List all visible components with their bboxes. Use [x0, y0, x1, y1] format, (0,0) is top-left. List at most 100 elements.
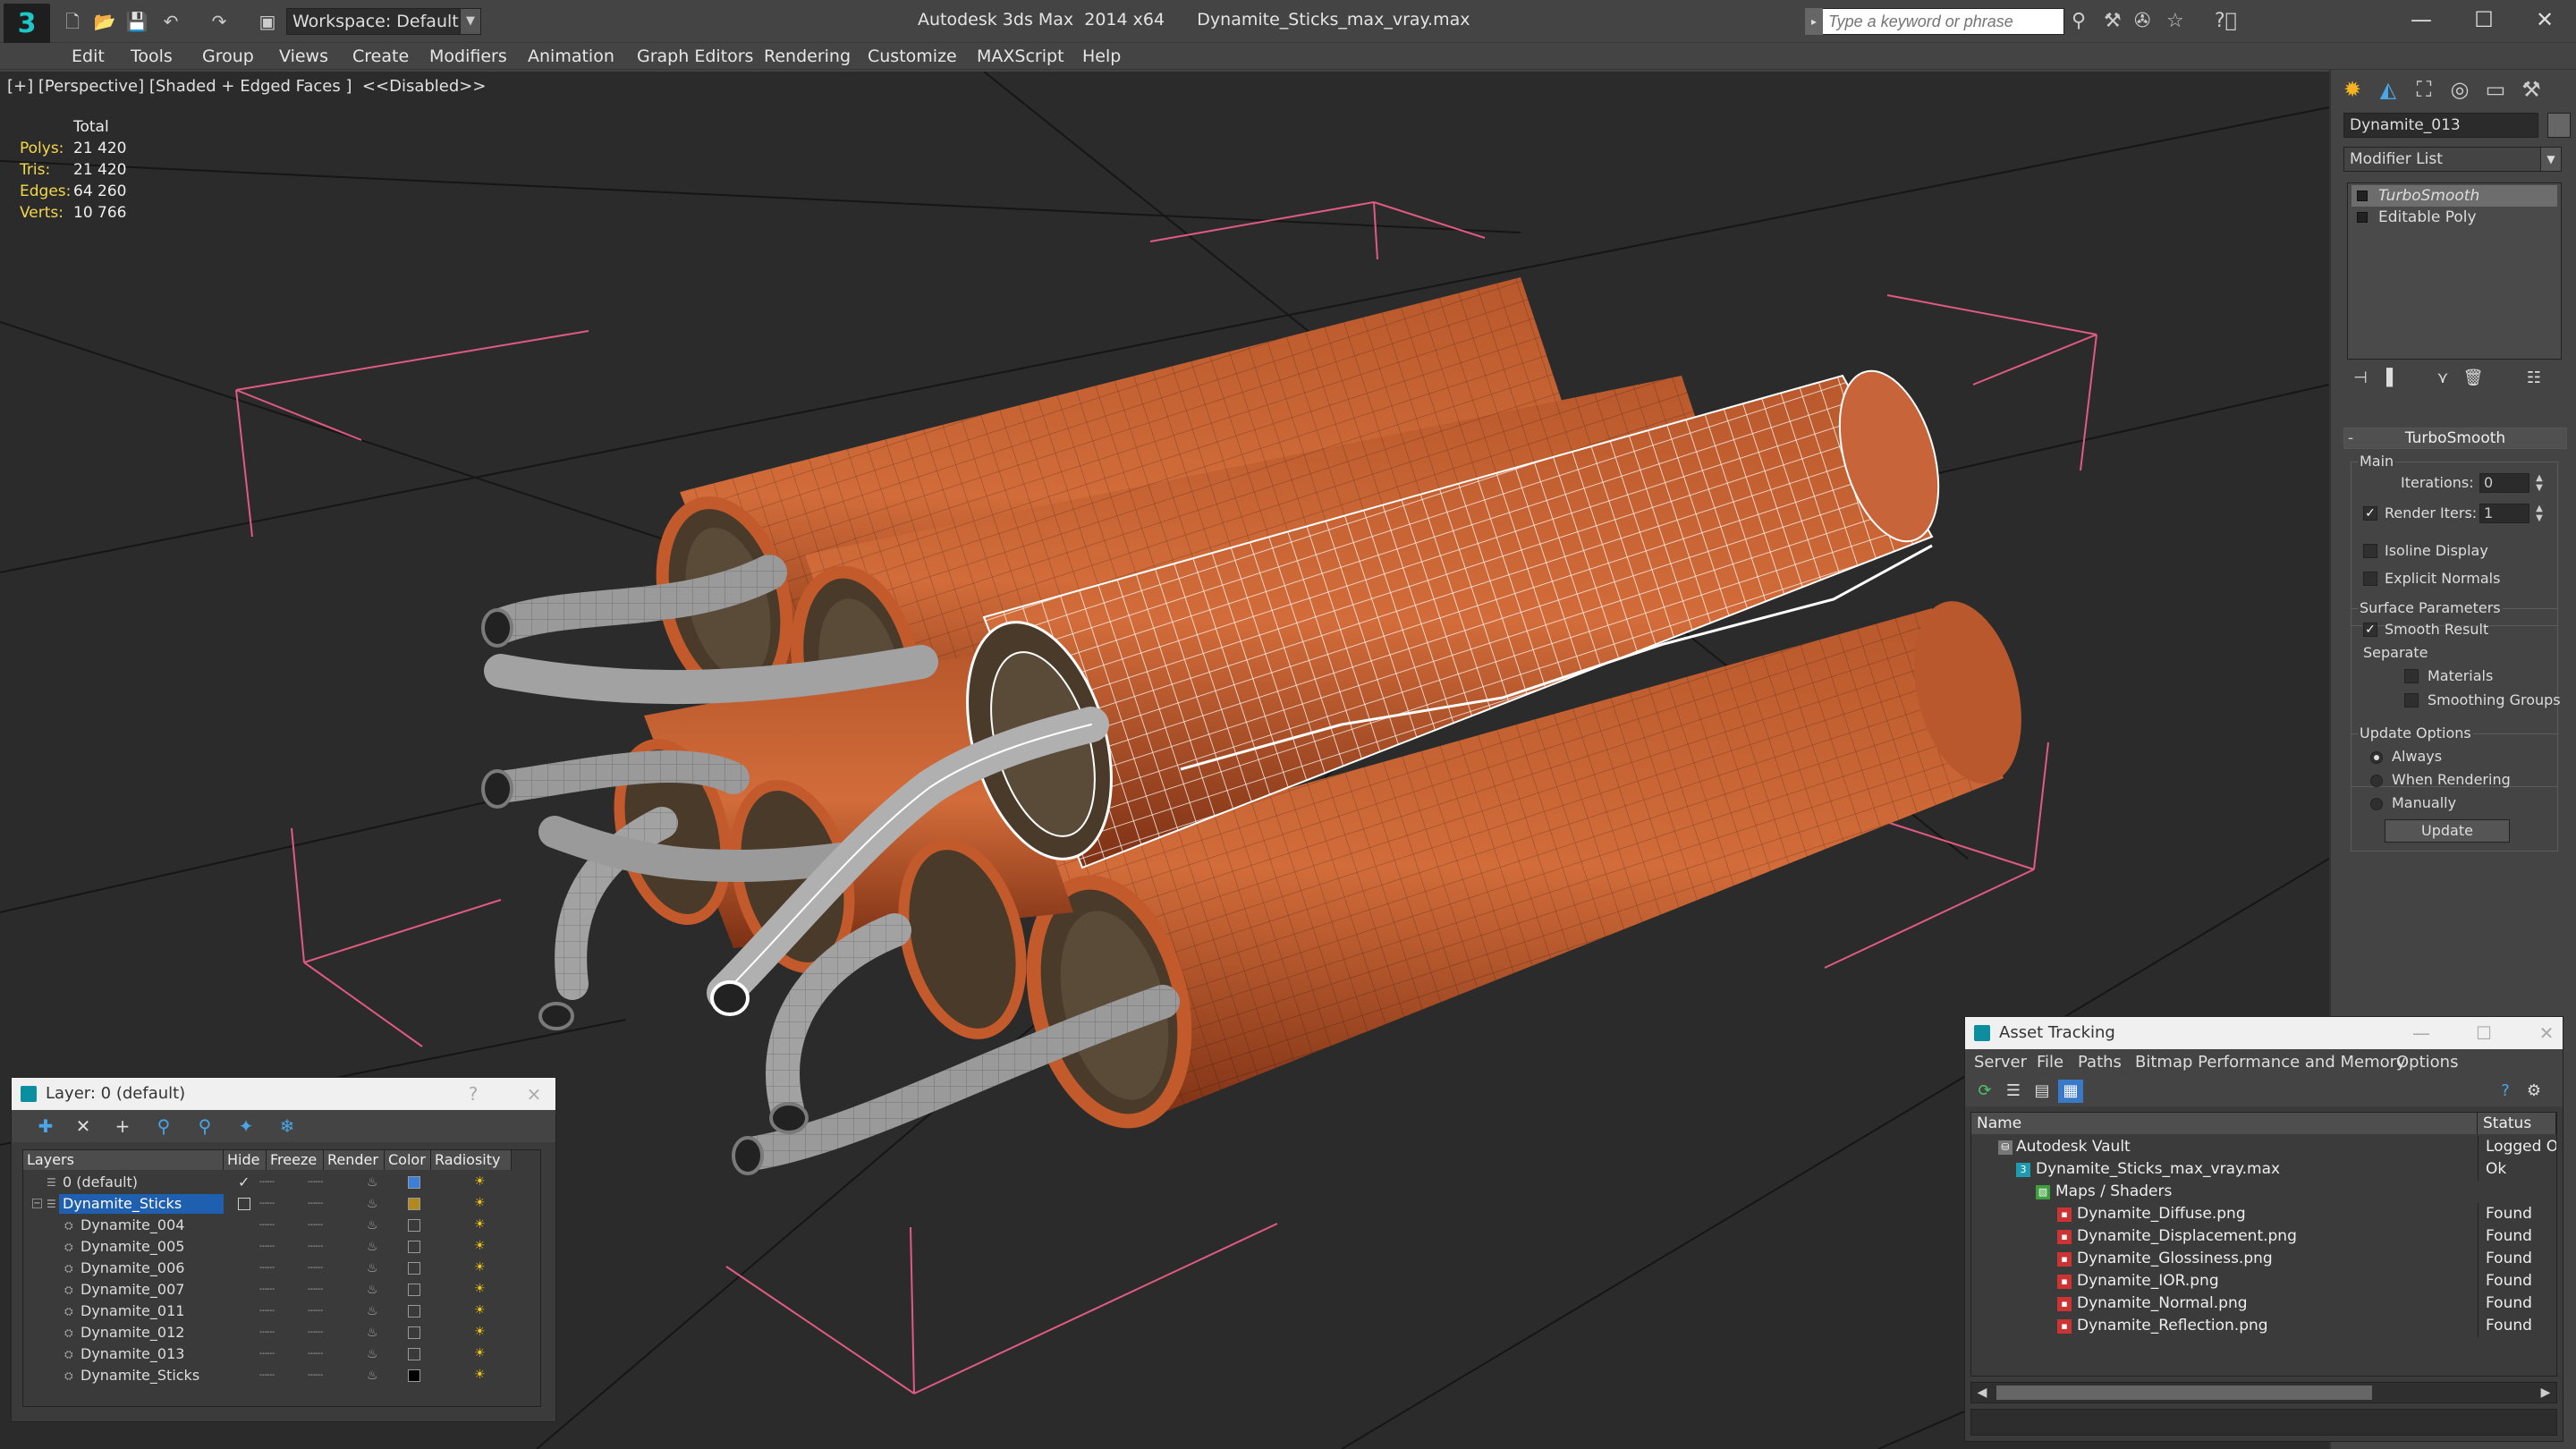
render-teapot-icon[interactable]: ♨	[367, 1279, 378, 1301]
layer-color-swatch[interactable]	[408, 1198, 420, 1210]
column-header-layers[interactable]: Layers	[23, 1150, 224, 1170]
column-header-freeze[interactable]: Freeze	[267, 1150, 324, 1170]
menu-maxscript[interactable]: MAXScript	[977, 46, 1064, 67]
binoculars-icon[interactable]: ⚲	[2072, 9, 2086, 34]
menu-views[interactable]: Views	[279, 46, 328, 67]
render-teapot-icon[interactable]: ♨	[367, 1322, 378, 1343]
table-row[interactable]: ⛭ Dynamite_Sticks ┄┄ ┄┄ ♨ ☀	[23, 1365, 540, 1386]
menu-modifiers[interactable]: Modifiers	[429, 46, 507, 67]
delete-layer-icon[interactable]: ✕	[71, 1115, 96, 1137]
collapse-icon[interactable]: −	[32, 1199, 42, 1208]
collapse-icon[interactable]: -	[2348, 428, 2353, 448]
hide-toggle[interactable]: ┄┄	[259, 1343, 275, 1365]
menu-animation[interactable]: Animation	[528, 46, 614, 67]
close-icon[interactable]: ✕	[2530, 1017, 2563, 1049]
radiosity-icon[interactable]: ☀	[474, 1367, 488, 1383]
display-tab-icon[interactable]: ▭	[2479, 73, 2512, 106]
maximize-icon[interactable]: ☐	[2453, 4, 2515, 36]
configure-sets-icon[interactable]: ☷	[2521, 365, 2547, 392]
add-to-layer-icon[interactable]: +	[110, 1115, 135, 1137]
render-teapot-icon[interactable]: ♨	[367, 1258, 378, 1279]
object-name[interactable]: Dynamite_006	[77, 1258, 188, 1278]
workspace-dropdown[interactable]: Workspace: Default	[286, 8, 481, 35]
object-color-swatch[interactable]	[408, 1326, 420, 1339]
menu-customize[interactable]: Customize	[868, 46, 957, 67]
show-end-result-icon[interactable]: ▌	[2379, 365, 2406, 392]
modifier-list-dropdown[interactable]: Modifier List	[2343, 147, 2562, 172]
table-row[interactable]: ⛭ Dynamite_007 ┄┄ ┄┄ ♨ ☀	[23, 1279, 540, 1301]
object-color-swatch[interactable]	[408, 1219, 420, 1232]
app-logo-icon[interactable]: 3	[4, 4, 50, 45]
table-row[interactable]: ⛭ Dynamite_013 ┄┄ ┄┄ ♨ ☀	[23, 1343, 540, 1365]
turbosmooth-rollout-header[interactable]: - TurboSmooth	[2343, 428, 2567, 449]
asset-name[interactable]: Dynamite_Sticks_max_vray.max	[2036, 1158, 2280, 1181]
hide-toggle[interactable]: ┄┄	[259, 1193, 275, 1215]
list-view-icon[interactable]: ☰	[2001, 1080, 2026, 1103]
menu-edit[interactable]: Edit	[72, 46, 105, 67]
help-icon[interactable]: ?⃝	[2215, 9, 2237, 34]
table-row[interactable]: ▪ Dynamite_Reflection.png Found	[1971, 1315, 2556, 1337]
smoothing-groups-checkbox[interactable]	[2404, 693, 2419, 708]
stack-item-turbosmooth[interactable]: TurboSmooth	[2351, 185, 2557, 207]
search-expand-icon[interactable]: ▸	[1805, 8, 1823, 35]
column-header-color[interactable]: Color	[385, 1150, 431, 1170]
explicit-normals-checkbox[interactable]	[2363, 572, 2377, 586]
table-view-icon[interactable]: ▦	[2058, 1080, 2083, 1103]
table-row[interactable]: ☰ 0 (default) ✓ ┄┄ ┄┄ ♨ ☀	[23, 1172, 540, 1193]
menu-tools[interactable]: Tools	[131, 46, 173, 67]
active-layer-check-icon[interactable]: ✓	[238, 1172, 250, 1193]
table-row[interactable]: ▪ Dynamite_IOR.png Found	[1971, 1270, 2556, 1292]
object-name[interactable]: Dynamite_011	[77, 1301, 188, 1321]
select-objects-icon[interactable]: ⚲	[151, 1115, 176, 1137]
hide-toggle[interactable]: ┄┄	[259, 1172, 275, 1193]
radiosity-icon[interactable]: ☀	[474, 1238, 488, 1254]
radiosity-icon[interactable]: ☀	[474, 1216, 488, 1233]
table-row[interactable]: ▪ Dynamite_Normal.png Found	[1971, 1292, 2556, 1315]
column-header-status[interactable]: Status	[2478, 1113, 2556, 1134]
motion-tab-icon[interactable]: ◎	[2444, 73, 2476, 106]
utilities-tab-icon[interactable]: ⚒	[2515, 73, 2547, 106]
object-name[interactable]: Dynamite_007	[77, 1280, 188, 1300]
spinner-arrows-icon[interactable]: ▲ ▼	[2533, 504, 2546, 523]
radiosity-icon[interactable]: ☀	[474, 1302, 488, 1318]
object-color-swatch[interactable]	[408, 1284, 420, 1296]
when-rendering-radio[interactable]	[2370, 775, 2383, 787]
object-color-swatch[interactable]	[408, 1241, 420, 1253]
asset-name[interactable]: Dynamite_Diffuse.png	[2077, 1203, 2246, 1225]
table-row[interactable]: ▪ Dynamite_Glossiness.png Found	[1971, 1248, 2556, 1270]
asset-name[interactable]: Dynamite_Glossiness.png	[2077, 1248, 2273, 1270]
radiosity-icon[interactable]: ☀	[474, 1281, 488, 1297]
object-color-swatch[interactable]	[2547, 113, 2571, 138]
close-icon[interactable]: ✕	[2513, 4, 2576, 36]
update-button[interactable]: Update	[2385, 819, 2510, 843]
freeze-toggle[interactable]: ┄┄	[308, 1258, 323, 1279]
make-unique-icon[interactable]: ⋎	[2429, 365, 2456, 392]
freeze-all-icon[interactable]: ❄	[275, 1115, 300, 1137]
isoline-display-checkbox[interactable]	[2363, 544, 2377, 558]
object-color-swatch[interactable]	[408, 1262, 420, 1275]
undo-icon[interactable]: ↶	[157, 11, 184, 32]
column-header-radiosity[interactable]: Radiosity	[431, 1150, 512, 1170]
object-name-field[interactable]: Dynamite_013	[2343, 113, 2538, 138]
render-iters-spinner[interactable]: 1	[2479, 504, 2529, 523]
menu-rendering[interactable]: Rendering	[764, 46, 851, 67]
menu-server[interactable]: Server	[1974, 1053, 2027, 1072]
asset-name[interactable]: Maps / Shaders	[2055, 1181, 2172, 1203]
pin-stack-icon[interactable]: ⊣	[2347, 365, 2374, 392]
table-row[interactable]: ▪ Dynamite_Diffuse.png Found	[1971, 1203, 2556, 1225]
asset-dialog-titlebar[interactable]: Asset Tracking — ☐ ✕	[1965, 1017, 2563, 1049]
communication-icon[interactable]: ✇	[2134, 9, 2150, 34]
radiosity-icon[interactable]: ☀	[474, 1324, 488, 1340]
menu-options[interactable]: Options	[2396, 1053, 2458, 1072]
table-row[interactable]: ▪ Dynamite_Displacement.png Found	[1971, 1225, 2556, 1248]
scroll-right-icon[interactable]: ▶	[2535, 1383, 2556, 1402]
object-name[interactable]: Dynamite_005	[77, 1237, 188, 1257]
render-teapot-icon[interactable]: ♨	[367, 1365, 378, 1386]
layer-color-swatch[interactable]	[408, 1176, 420, 1189]
asset-name[interactable]: Autodesk Vault	[2016, 1136, 2131, 1158]
hide-toggle[interactable]: ┄┄	[259, 1236, 275, 1258]
hide-all-icon[interactable]: ✦	[233, 1115, 258, 1137]
object-name[interactable]: Dynamite_004	[77, 1216, 188, 1235]
remove-modifier-icon[interactable]: 🗑	[2460, 365, 2487, 392]
table-row[interactable]: 3 Dynamite_Sticks_max_vray.max Ok	[1971, 1158, 2556, 1181]
